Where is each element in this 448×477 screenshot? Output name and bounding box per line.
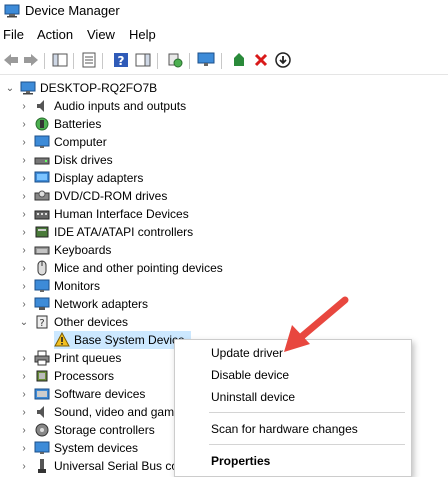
annotation-arrow-icon (284, 296, 349, 352)
